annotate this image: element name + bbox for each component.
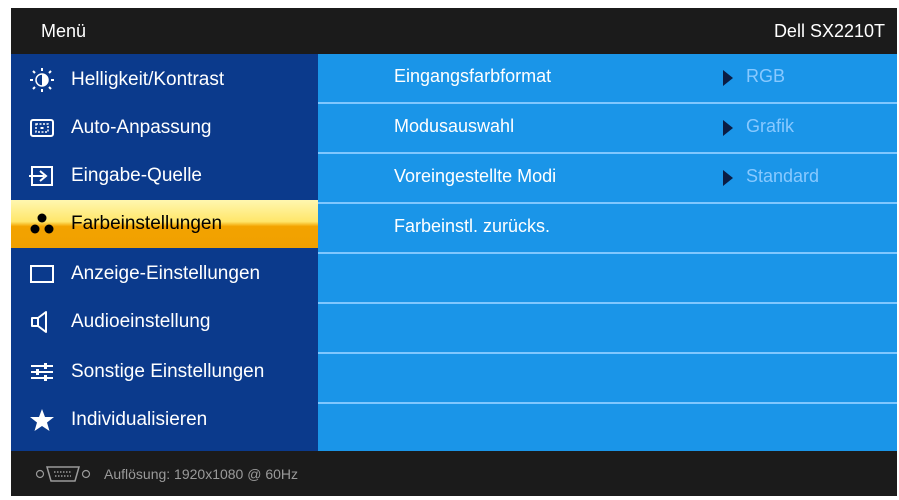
color-settings-icon [30, 213, 54, 234]
sidebar: Helligkeit/Kontrast Auto-Anpassung Einga… [11, 54, 318, 451]
title-bar: Menü Dell SX2210T [11, 8, 897, 54]
sidebar-item-personalize[interactable]: Individualisieren [11, 396, 318, 444]
sidebar-item-auto-adjust[interactable]: Auto-Anpassung [11, 104, 318, 152]
setting-row-preset-modes[interactable]: Voreingestellte Modi Standard [318, 154, 897, 204]
input-source-icon [29, 166, 53, 186]
monitor-model: Dell SX2210T [773, 21, 885, 41]
setting-value: Standard [746, 166, 820, 186]
setting-label: Eingangsfarbformat [394, 66, 552, 86]
setting-row-reset-color[interactable]: Farbeinstl. zurücks. [318, 204, 897, 254]
display-settings-icon [30, 265, 54, 283]
sidebar-item-label: Helligkeit/Kontrast [71, 69, 225, 90]
sidebar-item-label: Farbeinstellungen [71, 213, 223, 234]
sidebar-item-brightness-contrast[interactable]: Helligkeit/Kontrast [11, 56, 318, 104]
resolution-text: Auflösung: 1920x1080 @ 60Hz [104, 466, 299, 482]
triangle-right-icon [723, 70, 733, 86]
setting-row-input-color-format[interactable]: Eingangsfarbformat RGB [318, 54, 897, 104]
menu-title: Menü [41, 21, 87, 41]
setting-value: Grafik [746, 116, 795, 136]
sidebar-item-label: Audioeinstellung [71, 311, 211, 332]
setting-row-empty [318, 354, 897, 404]
sidebar-item-audio-settings[interactable]: Audioeinstellung [11, 298, 318, 346]
setting-label: Modusauswahl [394, 116, 515, 136]
brightness-icon [30, 68, 54, 92]
setting-row-mode-selection[interactable]: Modusauswahl Grafik [318, 104, 897, 154]
setting-row-empty [318, 254, 897, 304]
vga-connector-icon [35, 466, 91, 482]
sidebar-item-label: Eingabe-Quelle [71, 165, 202, 186]
settings-panel: Eingangsfarbformat RGB Modusauswahl Graf… [318, 54, 897, 451]
sidebar-item-color-settings[interactable]: Farbeinstellungen [11, 200, 318, 248]
auto-adjust-icon [30, 119, 54, 137]
sidebar-item-input-source[interactable]: Eingabe-Quelle [11, 152, 318, 200]
setting-label: Voreingestellte Modi [394, 166, 557, 186]
setting-label: Farbeinstl. zurücks. [394, 216, 551, 236]
setting-row-empty [318, 304, 897, 354]
setting-value: RGB [746, 66, 786, 86]
triangle-right-icon [723, 170, 733, 186]
other-settings-icon [31, 363, 53, 381]
star-icon [30, 409, 54, 431]
osd-window: Menü Dell SX2210T Helligkeit/Kontrast Au… [11, 8, 897, 496]
status-bar: Auflösung: 1920x1080 @ 60Hz [11, 451, 897, 496]
speaker-icon [31, 311, 47, 333]
sidebar-item-label: Anzeige-Einstellungen [71, 263, 261, 284]
sidebar-item-other-settings[interactable]: Sonstige Einstellungen [11, 348, 318, 396]
sidebar-item-label: Auto-Anpassung [71, 117, 212, 138]
sidebar-item-label: Individualisieren [71, 409, 208, 430]
sidebar-item-label: Sonstige Einstellungen [71, 361, 265, 382]
triangle-right-icon [723, 120, 733, 136]
sidebar-item-display-settings[interactable]: Anzeige-Einstellungen [11, 250, 318, 298]
